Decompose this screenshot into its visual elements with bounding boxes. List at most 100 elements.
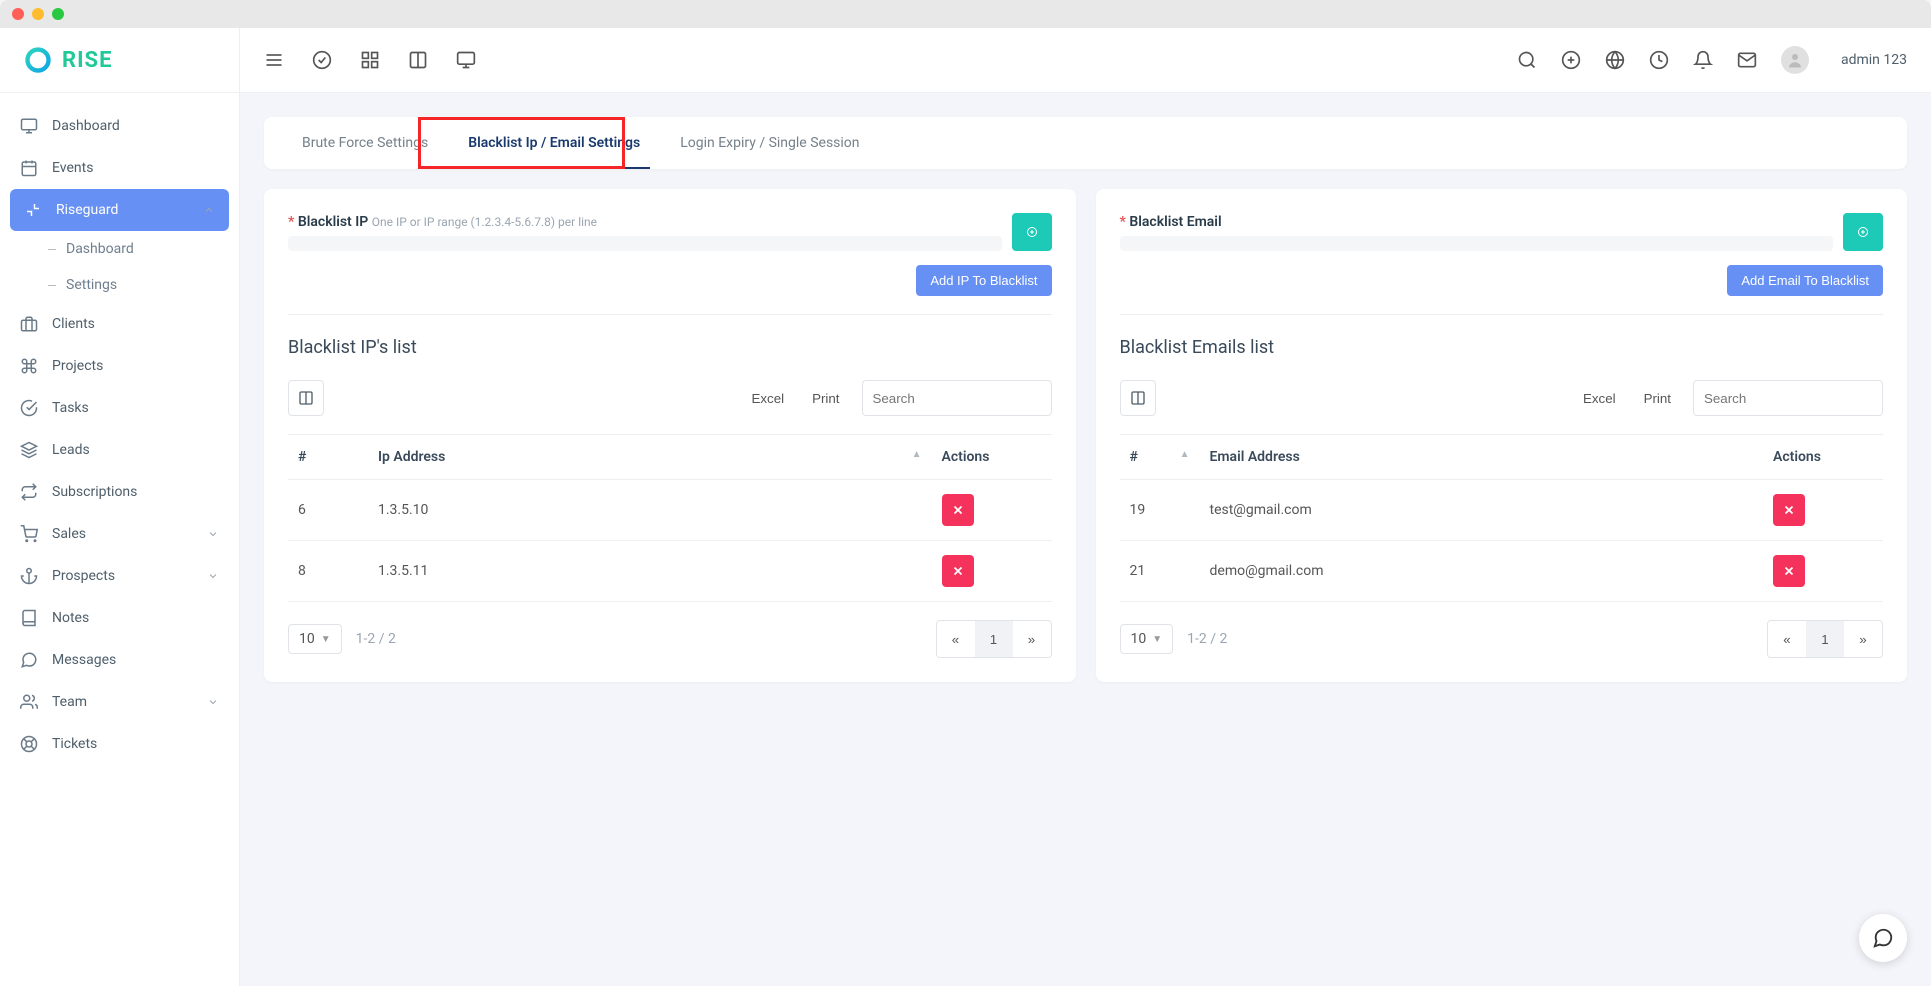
user-icon: [1786, 51, 1804, 69]
nav-label: Riseguard: [56, 202, 118, 218]
nav-label: Dashboard: [66, 241, 134, 257]
email-search-input[interactable]: [1704, 391, 1881, 406]
delete-button[interactable]: [942, 555, 974, 587]
ip-col-num[interactable]: #: [288, 435, 368, 480]
excel-button[interactable]: Excel: [1571, 383, 1628, 414]
column-toggle-button[interactable]: [288, 380, 324, 416]
sidebar-item-notes[interactable]: Notes: [0, 597, 239, 639]
username-label[interactable]: admin 123: [1841, 52, 1907, 68]
sidebar-item-tickets[interactable]: Tickets: [0, 723, 239, 765]
nav-label: Tasks: [52, 400, 89, 416]
ip-search-input[interactable]: [873, 391, 1050, 406]
window-close-dot[interactable]: [12, 8, 24, 20]
sidebar-item-riseguard[interactable]: Riseguard: [10, 189, 229, 231]
tab-container: Brute Force Settings Blacklist Ip / Emai…: [264, 117, 1907, 169]
add-ip-button[interactable]: Add IP To Blacklist: [916, 265, 1051, 296]
plus-circle-icon[interactable]: [1561, 50, 1581, 70]
delete-button[interactable]: [1773, 494, 1805, 526]
page-size-select[interactable]: 10 ▼: [288, 624, 342, 654]
pager-prev-button[interactable]: «: [1768, 621, 1806, 657]
monitor-icon[interactable]: [456, 50, 476, 70]
clock-icon[interactable]: [1649, 50, 1669, 70]
lifebuoy-icon: [20, 735, 38, 753]
cell-email: demo@gmail.com: [1200, 541, 1764, 602]
required-indicator: *: [1120, 214, 1126, 230]
table-row: 19 test@gmail.com: [1120, 480, 1884, 541]
column-toggle-button[interactable]: [1120, 380, 1156, 416]
add-email-icon-button[interactable]: [1843, 213, 1883, 251]
excel-button[interactable]: Excel: [740, 383, 797, 414]
sidebar-subitem-rg-dashboard[interactable]: Dashboard: [0, 231, 239, 267]
logo-icon: [24, 46, 52, 74]
nav-label: Subscriptions: [52, 484, 137, 500]
blacklist-email-label: Blacklist Email: [1129, 214, 1221, 230]
plus-circle-icon: [1857, 223, 1869, 241]
pager-next-button[interactable]: »: [1844, 621, 1882, 657]
sidebar-item-team[interactable]: Team: [0, 681, 239, 723]
briefcase-icon: [20, 315, 38, 333]
pager-next-button[interactable]: »: [1013, 621, 1051, 657]
pager: « 1 »: [936, 620, 1052, 658]
window-maximize-dot[interactable]: [52, 8, 64, 20]
cell-email: test@gmail.com: [1200, 480, 1764, 541]
minimize-icon: [24, 201, 42, 219]
message-icon: [20, 651, 38, 669]
sidebar-item-dashboard[interactable]: Dashboard: [0, 105, 239, 147]
page-size-select[interactable]: 10 ▼: [1120, 624, 1174, 654]
nav-label: Messages: [52, 652, 116, 668]
email-search-box[interactable]: [1693, 380, 1883, 416]
menu-icon[interactable]: [264, 50, 284, 70]
sidebar-item-subscriptions[interactable]: Subscriptions: [0, 471, 239, 513]
sidebar-item-messages[interactable]: Messages: [0, 639, 239, 681]
topbar: admin 123: [240, 28, 1931, 93]
table-row: 21 demo@gmail.com: [1120, 541, 1884, 602]
add-email-button[interactable]: Add Email To Blacklist: [1727, 265, 1883, 296]
logo[interactable]: RISE: [0, 28, 239, 93]
sidebar-item-projects[interactable]: Projects: [0, 345, 239, 387]
pager-page-button[interactable]: 1: [1806, 621, 1844, 657]
calendar-icon: [20, 159, 38, 177]
grid-icon[interactable]: [360, 50, 380, 70]
sidebar-item-clients[interactable]: Clients: [0, 303, 239, 345]
delete-button[interactable]: [1773, 555, 1805, 587]
columns-icon[interactable]: [408, 50, 428, 70]
page-info-label: 1-2 / 2: [356, 631, 396, 647]
bell-icon[interactable]: [1693, 50, 1713, 70]
tab-login-expiry[interactable]: Login Expiry / Single Session: [660, 117, 879, 169]
mail-icon[interactable]: [1737, 50, 1757, 70]
sidebar-item-prospects[interactable]: Prospects: [0, 555, 239, 597]
sidebar-item-events[interactable]: Events: [0, 147, 239, 189]
tab-blacklist[interactable]: Blacklist Ip / Email Settings: [448, 117, 660, 169]
required-indicator: *: [288, 214, 294, 230]
window-minimize-dot[interactable]: [32, 8, 44, 20]
ip-col-ip[interactable]: Ip Address▲: [368, 435, 932, 480]
add-ip-icon-button[interactable]: [1012, 213, 1052, 251]
cell-ip: 1.3.5.11: [368, 541, 932, 602]
sidebar-item-sales[interactable]: Sales: [0, 513, 239, 555]
globe-icon[interactable]: [1605, 50, 1625, 70]
columns-icon: [1130, 390, 1146, 406]
tab-brute-force[interactable]: Brute Force Settings: [282, 117, 448, 169]
email-col-num[interactable]: #▲: [1120, 435, 1200, 480]
print-button[interactable]: Print: [800, 383, 851, 414]
sidebar-item-tasks[interactable]: Tasks: [0, 387, 239, 429]
check-circle-icon[interactable]: [312, 50, 332, 70]
avatar[interactable]: [1781, 46, 1809, 74]
blacklist-ip-panel: * Blacklist IP One IP or IP range (1.2.3…: [264, 189, 1076, 682]
blacklist-ip-input[interactable]: [288, 236, 1002, 251]
pager-page-button[interactable]: 1: [975, 621, 1013, 657]
email-col-email[interactable]: Email Address: [1200, 435, 1764, 480]
blacklist-ip-label: Blacklist IP: [298, 214, 368, 230]
print-button[interactable]: Print: [1632, 383, 1683, 414]
delete-button[interactable]: [942, 494, 974, 526]
check-circle-icon: [20, 399, 38, 417]
blacklist-email-input[interactable]: [1120, 236, 1834, 251]
sort-asc-icon: ▲: [912, 449, 922, 460]
ip-search-box[interactable]: [862, 380, 1052, 416]
pager-prev-button[interactable]: «: [937, 621, 975, 657]
sidebar-subitem-rg-settings[interactable]: Settings: [0, 267, 239, 303]
chevron-down-icon: [207, 570, 219, 582]
sidebar-item-leads[interactable]: Leads: [0, 429, 239, 471]
chat-fab[interactable]: [1859, 914, 1907, 962]
search-icon[interactable]: [1517, 50, 1537, 70]
